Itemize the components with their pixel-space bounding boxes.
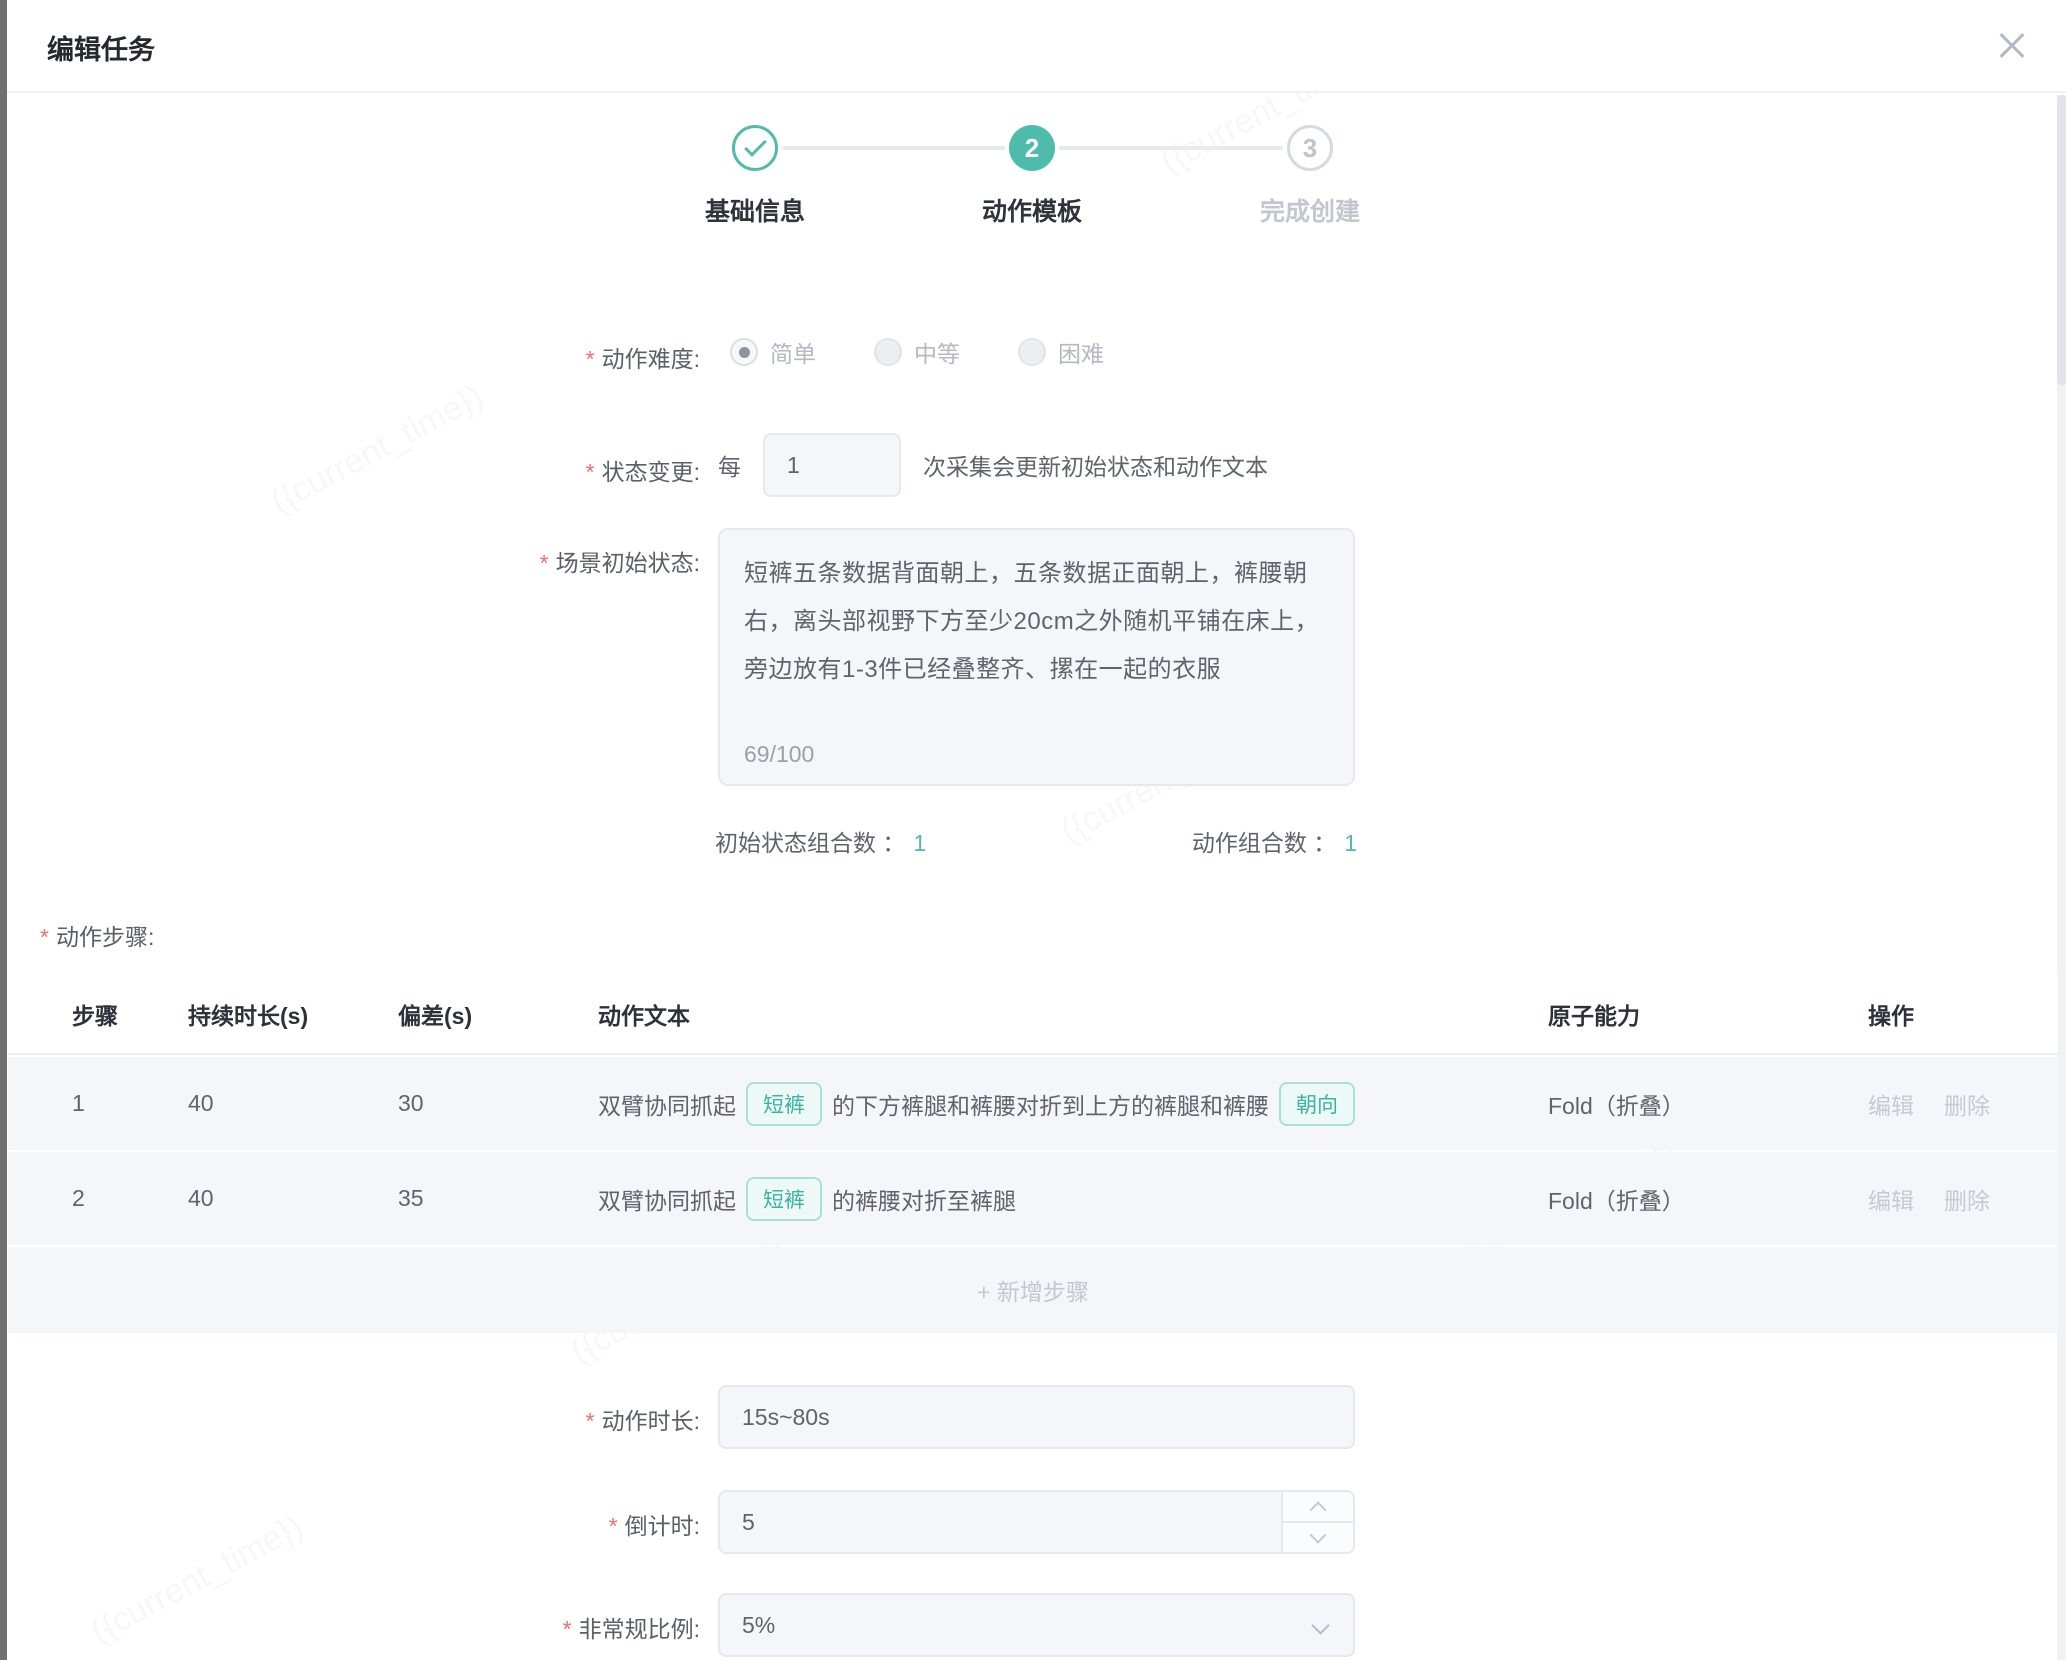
edit-link[interactable]: 编辑 [1868, 1182, 1914, 1216]
action-combo-count: 动作组合数 ：1 [1192, 824, 1357, 858]
combo-value: 1 [913, 830, 926, 856]
radio-label: 中等 [914, 335, 960, 369]
action-text-tag: 短裤 [746, 1082, 822, 1126]
step-connector [782, 146, 1005, 150]
step-connector [1059, 146, 1283, 150]
action-text-segment: 的裤腰对折至裤腿 [832, 1182, 1016, 1216]
initial-state-combo-count: 初始状态组合数 ：1 [715, 824, 926, 858]
radio-label: 困难 [1058, 335, 1104, 369]
step-1-done-circle [732, 125, 778, 171]
cell-step: 2 [8, 1185, 188, 1212]
header-step: 步骤 [8, 997, 188, 1031]
step-label-finish-create: 完成创建 [1260, 192, 1360, 228]
close-icon[interactable] [1994, 28, 2030, 64]
countdown-value: 5 [742, 1509, 755, 1536]
page-title: 编辑任务 [47, 28, 155, 67]
delete-link[interactable]: 删除 [1944, 1182, 1990, 1216]
char-counter: 69/100 [744, 741, 814, 768]
radio-simple[interactable]: 简单 [730, 335, 816, 369]
cell-operations: 编辑 删除 [1845, 1087, 2058, 1121]
action-text-segment: 双臂协同抓起 [598, 1087, 736, 1121]
radio-icon [874, 338, 902, 366]
initial-state-text: 短裤五条数据背面朝上，五条数据正面朝上，裤腰朝右，离头部视野下方至少20cm之外… [744, 550, 1329, 694]
decrement-button[interactable] [1283, 1523, 1353, 1552]
action-duration-input[interactable]: 15s~80s [718, 1385, 1355, 1449]
unusual-ratio-label: *非常规比例: [0, 1610, 700, 1644]
cell-deviation: 30 [398, 1090, 598, 1117]
cell-capability: Fold（折叠） [1540, 1182, 1845, 1216]
combo-counts-row: 初始状态组合数 ：1 动作组合数 ：1 [715, 824, 1357, 858]
chevron-down-icon [1311, 1616, 1329, 1634]
state-change-label: *状态变更: [0, 453, 700, 487]
delete-link[interactable]: 删除 [1944, 1087, 1990, 1121]
initial-state-label: *场景初始状态: [0, 544, 700, 578]
table-row: 2 40 35 双臂协同抓起短裤的裤腰对折至裤腿 Fold（折叠） 编辑 删除 [8, 1152, 2058, 1245]
header-action-text: 动作文本 [598, 997, 1540, 1031]
step-label-basic-info: 基础信息 [705, 192, 805, 228]
header-duration: 持续时长(s) [188, 997, 398, 1031]
countdown-input[interactable]: 5 [718, 1490, 1355, 1554]
step-2-active-circle: 2 [1009, 125, 1055, 171]
radio-label: 简单 [770, 335, 816, 369]
combo-value: 1 [1344, 830, 1357, 856]
state-change-prefix: 每 [718, 448, 741, 482]
radio-hard[interactable]: 困难 [1018, 335, 1104, 369]
action-text-segment: 双臂协同抓起 [598, 1182, 736, 1216]
header-deviation: 偏差(s) [398, 997, 598, 1031]
unusual-ratio-value: 5% [742, 1612, 775, 1639]
action-text-tag: 朝向 [1279, 1082, 1355, 1126]
required-mark: * [40, 924, 49, 950]
header-operations: 操作 [1845, 997, 2058, 1031]
number-stepper [1281, 1492, 1353, 1552]
difficulty-radio-group: 简单 中等 困难 [730, 330, 1104, 374]
chevron-up-icon [1310, 1501, 1327, 1518]
table-row: 1 40 30 双臂协同抓起短裤的下方裤腿和裤腰对折到上方的裤腿和裤腰朝向 Fo… [8, 1057, 2058, 1150]
header-capability: 原子能力 [1540, 997, 1845, 1031]
step-label-action-template: 动作模板 [982, 192, 1082, 228]
table-header-row: 步骤 持续时长(s) 偏差(s) 动作文本 原子能力 操作 [8, 975, 2058, 1055]
state-change-row: 每 1 次采集会更新初始状态和动作文本 [718, 433, 1268, 497]
radio-selected-icon [730, 338, 758, 366]
check-icon [744, 134, 767, 157]
state-change-count-input[interactable]: 1 [763, 433, 901, 497]
cell-step: 1 [8, 1090, 188, 1117]
difficulty-label: *动作难度: [0, 340, 700, 374]
action-duration-label: *动作时长: [0, 1402, 700, 1436]
add-step-button[interactable]: + 新增步骤 [8, 1247, 2058, 1333]
action-text-segment: 的下方裤腿和裤腰对折到上方的裤腿和裤腰 [832, 1087, 1269, 1121]
watermark: ({current_time}) [265, 377, 490, 521]
action-text-tag: 短裤 [746, 1177, 822, 1221]
required-mark: * [586, 1408, 595, 1434]
radio-icon [1018, 338, 1046, 366]
cell-duration: 40 [188, 1185, 398, 1212]
required-mark: * [586, 459, 595, 485]
step-3-pending-circle: 3 [1287, 125, 1333, 171]
countdown-label: *倒计时: [0, 1507, 700, 1541]
initial-state-textarea[interactable]: 短裤五条数据背面朝上，五条数据正面朝上，裤腰朝右，离头部视野下方至少20cm之外… [718, 528, 1355, 786]
state-change-suffix: 次采集会更新初始状态和动作文本 [923, 448, 1268, 482]
cell-deviation: 35 [398, 1185, 598, 1212]
cell-duration: 40 [188, 1090, 398, 1117]
increment-button[interactable] [1283, 1492, 1353, 1523]
dialog-header: 编辑任务 [7, 0, 2066, 93]
required-mark: * [609, 1513, 618, 1539]
required-mark: * [586, 346, 595, 372]
radio-medium[interactable]: 中等 [874, 335, 960, 369]
cell-action-text: 双臂协同抓起短裤的下方裤腿和裤腰对折到上方的裤腿和裤腰朝向 [598, 1082, 1540, 1126]
cell-capability: Fold（折叠） [1540, 1087, 1845, 1121]
cell-action-text: 双臂协同抓起短裤的裤腰对折至裤腿 [598, 1177, 1540, 1221]
unusual-ratio-select[interactable]: 5% [718, 1593, 1355, 1657]
required-mark: * [563, 1616, 572, 1642]
cell-operations: 编辑 删除 [1845, 1182, 2058, 1216]
edit-task-dialog: ({current_time}) ({current_time}) ({curr… [0, 0, 2066, 1660]
edit-link[interactable]: 编辑 [1868, 1087, 1914, 1121]
chevron-down-icon [1310, 1526, 1327, 1543]
action-steps-table: 步骤 持续时长(s) 偏差(s) 动作文本 原子能力 操作 1 40 30 双臂… [8, 975, 2058, 1333]
action-steps-label: *动作步骤: [40, 918, 154, 952]
scrollbar-thumb[interactable] [2057, 95, 2066, 385]
required-mark: * [540, 550, 549, 576]
